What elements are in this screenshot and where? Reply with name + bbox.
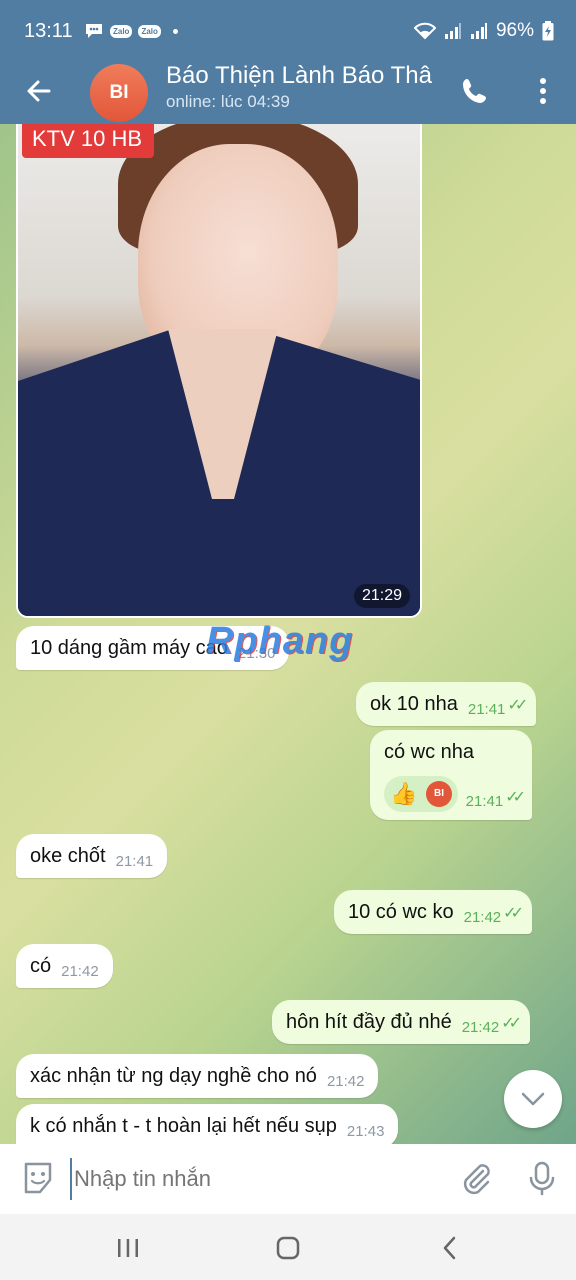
message-outgoing[interactable]: có wc nha 👍 BI 21:41 ✓✓ — [370, 730, 532, 820]
back-arrow-icon[interactable] — [22, 74, 56, 108]
wifi-icon — [413, 22, 436, 40]
message-text: hôn hít đầy đủ nhé — [286, 1011, 452, 1033]
message-composer — [0, 1144, 576, 1214]
double-check-icon: ✓✓ — [507, 697, 528, 714]
sticker-icon[interactable] — [18, 1158, 58, 1198]
message-incoming[interactable]: xác nhận từ ng dạy nghề cho nó 21:42 — [16, 1054, 379, 1098]
scroll-down-button[interactable] — [504, 1070, 562, 1128]
double-check-icon: ✓✓ — [505, 789, 526, 806]
zalo-chip: Zalo — [138, 24, 161, 38]
attach-icon[interactable] — [456, 1158, 496, 1198]
chat-title[interactable]: Báo Thiện Lành Báo Thâ — [166, 62, 442, 90]
message-time: 21:43 — [346, 1123, 385, 1140]
message-input[interactable] — [70, 1158, 446, 1200]
status-right: 96% — [413, 20, 554, 42]
reaction-avatar: BI — [426, 781, 452, 807]
watermark: Rphang — [206, 620, 354, 662]
message-outgoing[interactable]: hôn hít đầy đủ nhé 21:42 ✓✓ — [272, 1000, 531, 1044]
double-check-icon: ✓✓ — [501, 1015, 522, 1032]
message-text: oke chốt — [30, 845, 106, 867]
message-text: k có nhắn t - t hoàn lại hết nếu sụp — [30, 1115, 337, 1137]
message-text: 10 dáng gầm máy cao — [30, 637, 228, 659]
battery-percent: 96% — [495, 20, 534, 41]
battery-icon — [542, 21, 554, 41]
photo-tag: KTV 10 HB — [22, 124, 155, 158]
chat-header: BI Báo Thiện Lành Báo Thâ online: lúc 04… — [0, 60, 576, 124]
status-bar: 13:11 Zalo Zalo 96% — [0, 0, 576, 60]
photo-message[interactable]: KTV 10 HB 21:29 — [16, 124, 422, 618]
chevron-down-icon — [521, 1092, 545, 1106]
message-text: xác nhận từ ng dạy nghề cho nó — [30, 1065, 317, 1087]
mic-icon[interactable] — [522, 1158, 562, 1198]
message-time: 21:42 — [463, 909, 502, 926]
more-vert-icon[interactable] — [524, 72, 562, 110]
message-incoming[interactable]: k có nhắn t - t hoàn lại hết nếu sụp 21:4… — [16, 1104, 399, 1144]
more-notifications-dot — [172, 28, 178, 34]
status-time: 13:11 — [24, 20, 73, 42]
back-nav-icon[interactable] — [430, 1232, 470, 1264]
message-text: có — [30, 955, 52, 977]
double-check-icon: ✓✓ — [503, 905, 524, 922]
message-text: 10 có wc ko — [348, 901, 454, 923]
message-outgoing[interactable]: 10 có wc ko 21:42 ✓✓ — [334, 890, 532, 934]
phone-icon[interactable] — [456, 72, 494, 110]
notification-icons: Zalo Zalo — [84, 22, 178, 40]
message-time: 21:41 — [467, 701, 506, 718]
signal-icon — [444, 23, 461, 39]
message-text: có wc nha — [384, 741, 475, 763]
zalo-chip: Zalo — [110, 24, 133, 38]
message-text: ok 10 nha — [370, 693, 458, 715]
chat-subtitle: online: lúc 04:39 — [166, 92, 290, 111]
avatar[interactable]: BI — [90, 64, 148, 122]
recents-icon[interactable] — [108, 1232, 148, 1264]
message-time: 21:41 — [465, 793, 504, 810]
chat-area[interactable]: KTV 10 HB 21:29 10 dáng gầm máy cao 21:30… — [0, 124, 576, 1144]
system-navbar — [0, 1214, 576, 1280]
home-icon[interactable] — [268, 1232, 308, 1264]
photo-time: 21:29 — [353, 584, 410, 608]
signal-icon — [470, 23, 487, 39]
message-incoming[interactable]: có 21:42 — [16, 944, 113, 988]
reaction[interactable]: 👍 BI — [384, 776, 458, 812]
message-time: 21:42 — [461, 1019, 500, 1036]
message-time: 21:41 — [115, 853, 154, 870]
message-incoming[interactable]: oke chốt 21:41 — [16, 834, 168, 878]
message-time: 21:42 — [61, 963, 99, 980]
message-outgoing[interactable]: ok 10 nha 21:41 ✓✓ — [356, 682, 537, 726]
message-time: 21:42 — [326, 1073, 365, 1090]
message-icon — [86, 24, 102, 38]
thumbs-up-icon: 👍 — [390, 781, 418, 806]
